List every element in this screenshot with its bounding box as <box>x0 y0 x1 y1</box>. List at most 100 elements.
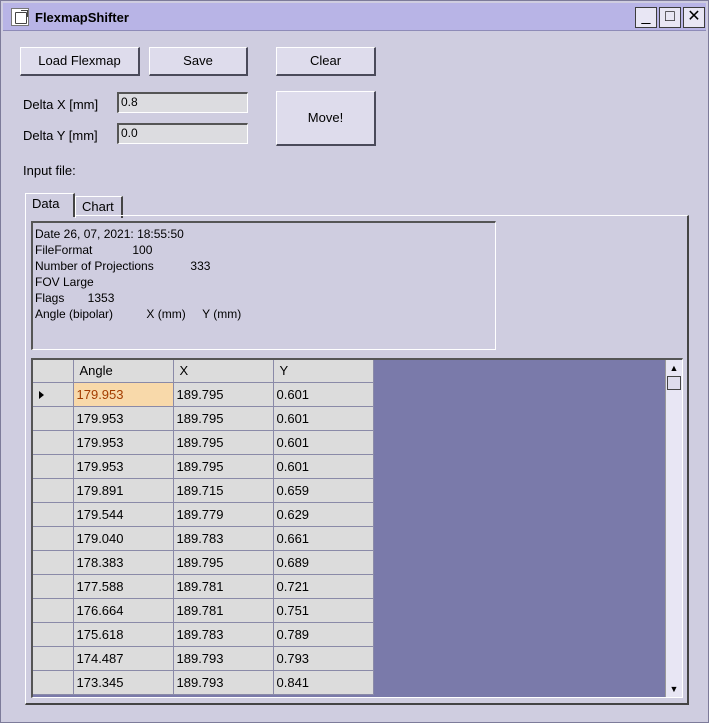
y-cell[interactable]: 0.789 <box>273 622 374 647</box>
column-header-y[interactable]: Y <box>273 360 374 383</box>
y-cell[interactable]: 0.601 <box>273 454 374 479</box>
x-cell[interactable]: 189.793 <box>173 646 274 671</box>
x-cell[interactable]: 189.783 <box>173 526 274 551</box>
y-cell[interactable]: 0.601 <box>273 430 374 455</box>
scroll-down-icon[interactable]: ▼ <box>667 682 681 696</box>
y-cell[interactable]: 0.689 <box>273 550 374 575</box>
vertical-scrollbar[interactable]: ▲ ▼ <box>665 360 682 697</box>
table-row[interactable]: 175.618 189.783 0.789 <box>33 622 374 647</box>
x-cell[interactable]: 189.795 <box>173 382 274 407</box>
y-cell[interactable]: 0.629 <box>273 502 374 527</box>
x-cell[interactable]: 189.783 <box>173 622 274 647</box>
row-indicator[interactable] <box>33 406 74 431</box>
memo-line: Number of Projections 333 <box>35 259 211 273</box>
row-indicator[interactable] <box>33 382 74 407</box>
y-cell[interactable]: 0.659 <box>273 478 374 503</box>
row-indicator[interactable] <box>33 646 74 671</box>
memo-line: FileFormat 100 <box>35 243 153 257</box>
x-cell[interactable]: 189.795 <box>173 454 274 479</box>
x-cell[interactable]: 189.795 <box>173 430 274 455</box>
scroll-thumb[interactable] <box>667 376 681 390</box>
column-header-x[interactable]: X <box>173 360 274 383</box>
x-cell[interactable]: 189.781 <box>173 574 274 599</box>
table-row[interactable]: 179.544 189.779 0.629 <box>33 502 374 527</box>
angle-cell[interactable]: 179.040 <box>73 526 174 551</box>
y-cell[interactable]: 0.661 <box>273 526 374 551</box>
y-cell[interactable]: 0.751 <box>273 598 374 623</box>
window-title: FlexmapShifter <box>35 10 129 25</box>
memo-line: Angle (bipolar) X (mm) Y (mm) <box>35 307 242 321</box>
angle-cell[interactable]: 176.664 <box>73 598 174 623</box>
title-bar[interactable]: FlexmapShifter _ □ ✕ <box>3 3 706 31</box>
delta-x-field[interactable]: 0.8 <box>117 92 248 113</box>
header-row: Angle X Y <box>33 360 374 383</box>
maximize-button[interactable]: □ <box>659 7 681 28</box>
delta-x-label: Delta X [mm] <box>23 97 99 112</box>
table-row[interactable]: 179.953 189.795 0.601 <box>33 430 374 455</box>
load-flexmap-button[interactable]: Load Flexmap <box>20 47 140 76</box>
flexmap-shifter-window: FlexmapShifter _ □ ✕ Load Flexmap Save C… <box>0 0 709 723</box>
angle-cell[interactable]: 179.953 <box>73 430 174 455</box>
y-cell[interactable]: 0.601 <box>273 406 374 431</box>
minimize-button[interactable]: _ <box>635 7 657 28</box>
table-row[interactable]: 178.383 189.795 0.689 <box>33 550 374 575</box>
angle-cell[interactable]: 179.544 <box>73 502 174 527</box>
table-row[interactable]: 179.953 189.795 0.601 <box>33 382 374 407</box>
row-indicator[interactable] <box>33 430 74 455</box>
y-cell[interactable]: 0.793 <box>273 646 374 671</box>
x-cell[interactable]: 189.715 <box>173 478 274 503</box>
memo-line: Flags 1353 <box>35 291 115 305</box>
angle-cell[interactable]: 177.588 <box>73 574 174 599</box>
row-indicator[interactable] <box>33 574 74 599</box>
angle-cell[interactable]: 173.345 <box>73 670 174 695</box>
current-row-arrow-icon <box>39 390 44 399</box>
memo-line: FOV Large <box>35 275 94 289</box>
angle-cell[interactable]: 179.953 <box>73 382 174 407</box>
angle-cell[interactable]: 179.891 <box>73 478 174 503</box>
x-cell[interactable]: 189.779 <box>173 502 274 527</box>
angle-cell[interactable]: 174.487 <box>73 646 174 671</box>
table-row[interactable]: 179.891 189.715 0.659 <box>33 478 374 503</box>
y-cell[interactable]: 0.601 <box>273 382 374 407</box>
data-table: Angle X Y 179.953 189.795 0.601 179.953 … <box>33 360 374 695</box>
app-icon <box>11 8 29 26</box>
scroll-up-icon[interactable]: ▲ <box>667 361 681 375</box>
x-cell[interactable]: 189.795 <box>173 406 274 431</box>
table-row[interactable]: 179.953 189.795 0.601 <box>33 406 374 431</box>
move-button[interactable]: Move! <box>276 91 376 146</box>
data-grid[interactable]: Angle X Y 179.953 189.795 0.601 179.953 … <box>31 358 683 698</box>
row-indicator[interactable] <box>33 526 74 551</box>
table-row[interactable]: 174.487 189.793 0.793 <box>33 646 374 671</box>
table-row[interactable]: 176.664 189.781 0.751 <box>33 598 374 623</box>
row-indicator[interactable] <box>33 670 74 695</box>
table-row[interactable]: 177.588 189.781 0.721 <box>33 574 374 599</box>
row-indicator[interactable] <box>33 598 74 623</box>
y-cell[interactable]: 0.841 <box>273 670 374 695</box>
row-indicator[interactable] <box>33 550 74 575</box>
x-cell[interactable]: 189.781 <box>173 598 274 623</box>
x-cell[interactable]: 189.795 <box>173 550 274 575</box>
table-row[interactable]: 173.345 189.793 0.841 <box>33 670 374 695</box>
angle-cell[interactable]: 179.953 <box>73 454 174 479</box>
table-row[interactable]: 179.953 189.795 0.601 <box>33 454 374 479</box>
delta-y-field[interactable]: 0.0 <box>117 123 248 144</box>
indicator-header <box>33 360 74 383</box>
row-indicator[interactable] <box>33 478 74 503</box>
angle-cell[interactable]: 175.618 <box>73 622 174 647</box>
memo-line: Date 26, 07, 2021: 18:55:50 <box>35 227 184 241</box>
angle-cell[interactable]: 178.383 <box>73 550 174 575</box>
row-indicator[interactable] <box>33 454 74 479</box>
y-cell[interactable]: 0.721 <box>273 574 374 599</box>
delta-y-label: Delta Y [mm] <box>23 128 98 143</box>
row-indicator[interactable] <box>33 502 74 527</box>
tab-data[interactable]: Data <box>25 193 75 217</box>
file-header-memo[interactable]: Date 26, 07, 2021: 18:55:50 FileFormat 1… <box>31 221 496 350</box>
table-row[interactable]: 179.040 189.783 0.661 <box>33 526 374 551</box>
close-button[interactable]: ✕ <box>683 7 705 28</box>
column-header-angle[interactable]: Angle <box>73 360 174 383</box>
row-indicator[interactable] <box>33 622 74 647</box>
clear-button[interactable]: Clear <box>276 47 376 76</box>
save-button[interactable]: Save <box>149 47 248 76</box>
angle-cell[interactable]: 179.953 <box>73 406 174 431</box>
x-cell[interactable]: 189.793 <box>173 670 274 695</box>
